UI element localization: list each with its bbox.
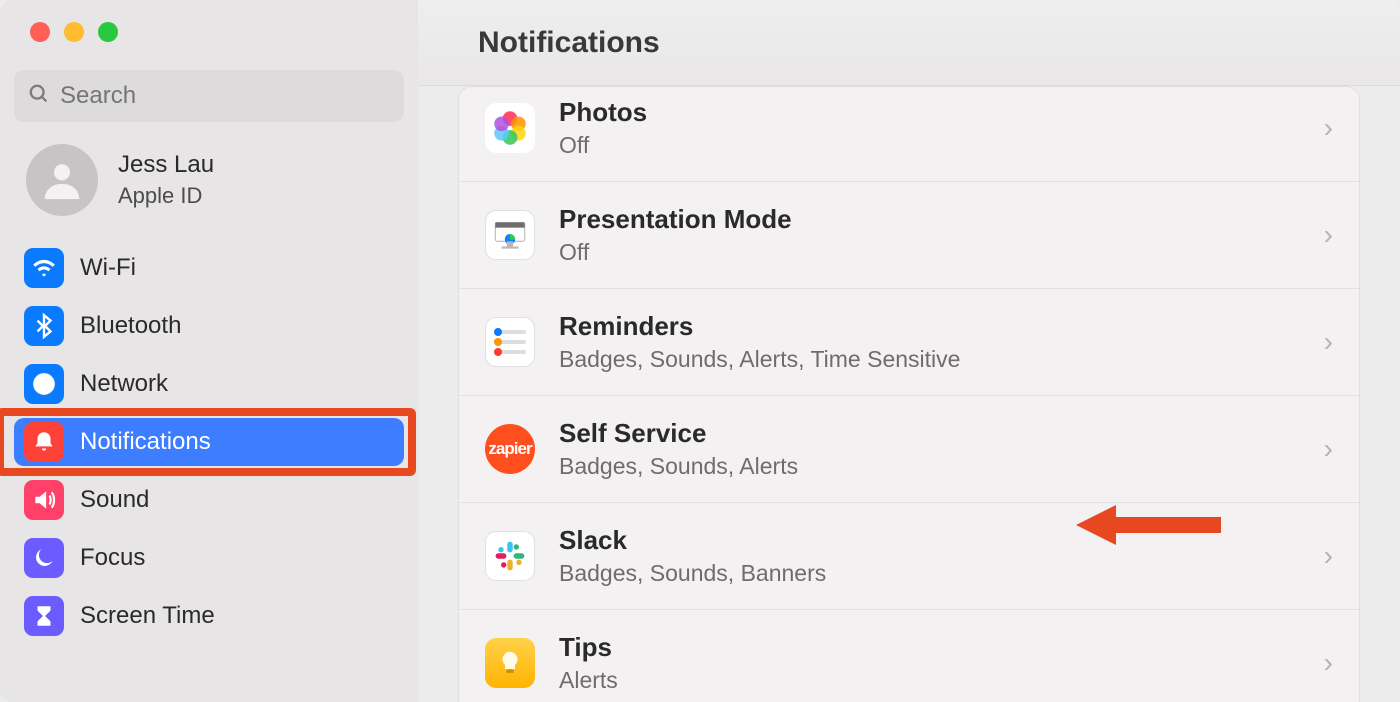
app-name: Reminders bbox=[559, 311, 1300, 342]
app-row-slack[interactable]: Slack Badges, Sounds, Banners › bbox=[459, 503, 1359, 610]
app-name: Slack bbox=[559, 525, 1300, 556]
sidebar-item-bluetooth[interactable]: Bluetooth bbox=[14, 302, 404, 350]
account-name: Jess Lau bbox=[118, 151, 214, 179]
account-row[interactable]: Jess Lau Apple ID bbox=[0, 144, 418, 244]
account-sub: Apple ID bbox=[118, 183, 214, 209]
bluetooth-icon bbox=[24, 306, 64, 346]
close-window-button[interactable] bbox=[30, 22, 50, 42]
sidebar-item-wifi[interactable]: Wi-Fi bbox=[14, 244, 404, 292]
app-name: Presentation Mode bbox=[559, 204, 1300, 235]
app-row-self-service[interactable]: zapier Self Service Badges, Sounds, Aler… bbox=[459, 396, 1359, 503]
app-row-text: Tips Alerts bbox=[559, 632, 1300, 694]
app-row-text: Reminders Badges, Sounds, Alerts, Time S… bbox=[559, 311, 1300, 373]
window-controls bbox=[0, 22, 418, 42]
chevron-right-icon: › bbox=[1324, 326, 1333, 358]
globe-icon bbox=[24, 364, 64, 404]
search-icon bbox=[28, 83, 50, 110]
sidebar-item-label: Notifications bbox=[80, 428, 211, 456]
sidebar-item-sound[interactable]: Sound bbox=[14, 476, 404, 524]
search-input[interactable] bbox=[60, 82, 390, 110]
app-row-presentation-mode[interactable]: Presentation Mode Off › bbox=[459, 182, 1359, 289]
page-title: Notifications bbox=[478, 26, 660, 60]
app-status: Off bbox=[559, 239, 1300, 266]
chevron-right-icon: › bbox=[1324, 540, 1333, 572]
tips-icon bbox=[485, 638, 535, 688]
sidebar-item-label: Bluetooth bbox=[80, 312, 181, 340]
app-status: Alerts bbox=[559, 667, 1300, 694]
app-notifications-panel: Photos Off › Presentation Mode Off › bbox=[458, 86, 1360, 702]
photos-icon bbox=[485, 103, 535, 153]
chevron-right-icon: › bbox=[1324, 433, 1333, 465]
chevron-right-icon: › bbox=[1324, 647, 1333, 679]
sidebar: Jess Lau Apple ID Wi-Fi Bluetooth Networ… bbox=[0, 0, 418, 702]
app-row-photos[interactable]: Photos Off › bbox=[459, 87, 1359, 182]
app-name: Photos bbox=[559, 97, 1300, 128]
app-status: Badges, Sounds, Alerts, Time Sensitive bbox=[559, 346, 1300, 373]
app-row-text: Presentation Mode Off bbox=[559, 204, 1300, 266]
sidebar-item-focus[interactable]: Focus bbox=[14, 534, 404, 582]
minimize-window-button[interactable] bbox=[64, 22, 84, 42]
app-row-text: Slack Badges, Sounds, Banners bbox=[559, 525, 1300, 587]
content-area: Photos Off › Presentation Mode Off › bbox=[418, 86, 1400, 702]
speaker-icon bbox=[24, 480, 64, 520]
account-text: Jess Lau Apple ID bbox=[118, 151, 214, 209]
settings-window: Jess Lau Apple ID Wi-Fi Bluetooth Networ… bbox=[0, 0, 1400, 702]
sidebar-item-label: Sound bbox=[80, 486, 149, 514]
reminders-icon bbox=[485, 317, 535, 367]
sidebar-item-network[interactable]: Network bbox=[14, 360, 404, 408]
sidebar-item-notifications[interactable]: Notifications bbox=[14, 418, 404, 466]
sidebar-item-screen-time[interactable]: Screen Time bbox=[14, 592, 404, 640]
presentation-icon bbox=[485, 210, 535, 260]
sidebar-item-label: Screen Time bbox=[80, 602, 215, 630]
zapier-label: zapier bbox=[488, 439, 531, 459]
chevron-right-icon: › bbox=[1324, 219, 1333, 251]
sidebar-item-label: Focus bbox=[80, 544, 145, 572]
moon-icon bbox=[24, 538, 64, 578]
main-pane: Notifications Photos Off › bbox=[418, 0, 1400, 702]
search-field[interactable] bbox=[14, 70, 404, 122]
app-row-reminders[interactable]: Reminders Badges, Sounds, Alerts, Time S… bbox=[459, 289, 1359, 396]
slack-icon bbox=[485, 531, 535, 581]
avatar bbox=[26, 144, 98, 216]
app-row-text: Photos Off bbox=[559, 97, 1300, 159]
sidebar-list: Wi-Fi Bluetooth Network Notifications So… bbox=[0, 244, 418, 640]
app-status: Badges, Sounds, Alerts bbox=[559, 453, 1300, 480]
bell-icon bbox=[24, 422, 64, 462]
sidebar-item-label: Network bbox=[80, 370, 168, 398]
app-name: Self Service bbox=[559, 418, 1300, 449]
app-row-text: Self Service Badges, Sounds, Alerts bbox=[559, 418, 1300, 480]
app-row-tips[interactable]: Tips Alerts › bbox=[459, 610, 1359, 702]
titlebar: Notifications bbox=[418, 0, 1400, 86]
search-container bbox=[0, 70, 418, 144]
app-name: Tips bbox=[559, 632, 1300, 663]
zapier-icon: zapier bbox=[485, 424, 535, 474]
chevron-right-icon: › bbox=[1324, 112, 1333, 144]
hourglass-icon bbox=[24, 596, 64, 636]
wifi-icon bbox=[24, 248, 64, 288]
fullscreen-window-button[interactable] bbox=[98, 22, 118, 42]
app-status: Badges, Sounds, Banners bbox=[559, 560, 1300, 587]
app-status: Off bbox=[559, 132, 1300, 159]
sidebar-item-label: Wi-Fi bbox=[80, 254, 136, 282]
